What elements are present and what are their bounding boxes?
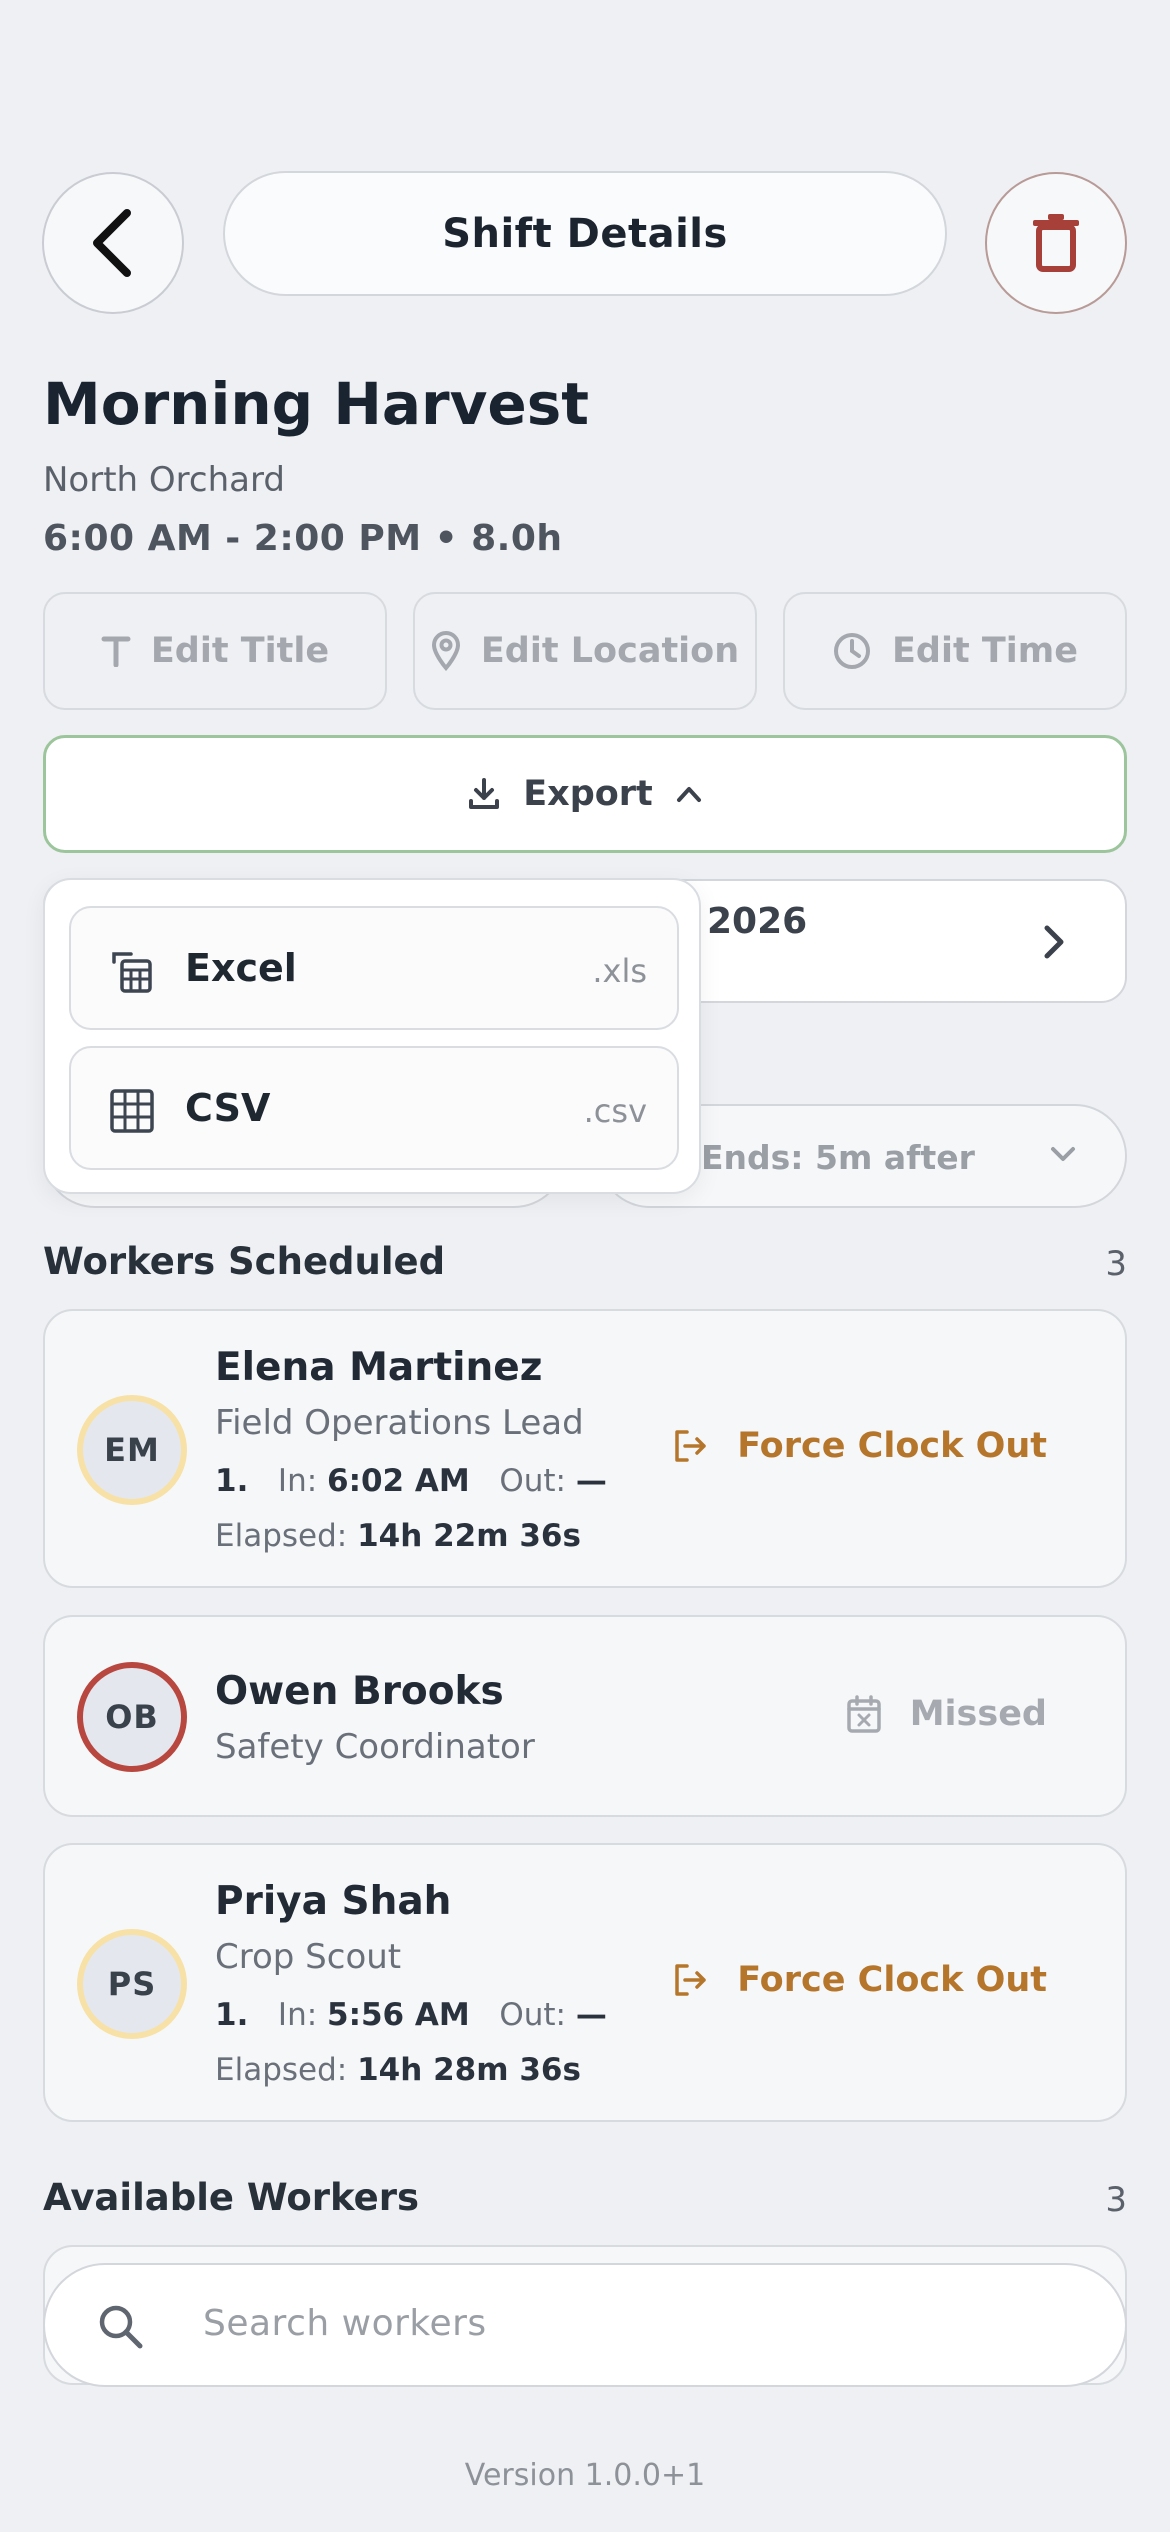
force-clock-out-label: Force Clock Out xyxy=(737,1426,1047,1466)
chevron-right-icon xyxy=(1044,925,1064,959)
elapsed-value: 14h 22m 36s xyxy=(357,1518,581,1554)
worker-clock-line: 1. In: 6:02 AM Out: — xyxy=(215,1463,607,1499)
worker-name: Elena Martinez xyxy=(215,1345,543,1390)
export-csv-label: CSV xyxy=(185,1086,271,1130)
export-menu: Excel .xls CSV .csv xyxy=(43,878,701,1194)
date-text: 2026 xyxy=(707,901,808,942)
calendar-x-icon xyxy=(846,1695,881,1733)
search-input[interactable]: Search workers xyxy=(43,2263,1127,2387)
shift-title: Morning Harvest xyxy=(43,370,590,438)
export-excel-ext: .xls xyxy=(592,952,647,990)
workers-scheduled-count: 3 xyxy=(1105,1244,1127,1284)
available-workers-title: Available Workers xyxy=(43,2176,420,2219)
edit-time-label: Edit Time xyxy=(892,631,1078,671)
grid-icon xyxy=(110,1089,154,1133)
missed-label: Missed xyxy=(909,1694,1047,1734)
chevron-left-icon xyxy=(93,209,131,277)
worker-card[interactable]: PS Priya Shah Crop Scout 1. In: 5:56 AM … xyxy=(43,1843,1127,2122)
shift-details-screen: Shift Details Morning Harvest North Orch… xyxy=(0,0,1170,2532)
worker-role: Safety Coordinator xyxy=(215,1727,535,1767)
page-title: Shift Details xyxy=(223,171,947,296)
avatar: OB xyxy=(77,1662,187,1772)
out-time: — xyxy=(575,1997,607,2033)
in-label: In: xyxy=(277,1997,318,2033)
export-csv-ext: .csv xyxy=(583,1092,647,1130)
edit-title-label: Edit Title xyxy=(150,631,330,671)
out-time: — xyxy=(575,1463,607,1499)
out-label: Out: xyxy=(499,1997,566,2033)
force-clock-out-button[interactable]: Force Clock Out xyxy=(671,1960,1047,2000)
chevron-down-icon xyxy=(1051,1147,1075,1161)
chevron-up-icon xyxy=(676,787,701,802)
spreadsheet-icon xyxy=(112,952,152,993)
in-label: In: xyxy=(277,1463,318,1499)
entry-index: 1. xyxy=(215,1463,249,1499)
force-clock-out-button[interactable]: Force Clock Out xyxy=(671,1426,1047,1466)
avatar: PS xyxy=(77,1929,187,2039)
export-excel-label: Excel xyxy=(185,946,297,990)
edit-location-button[interactable]: Edit Location xyxy=(413,592,757,710)
logout-icon xyxy=(675,1964,706,1996)
app-version: Version 1.0.0+1 xyxy=(464,2458,706,2493)
search-placeholder: Search workers xyxy=(203,2303,487,2344)
clock-icon xyxy=(834,633,871,669)
avatar: EM xyxy=(77,1395,187,1505)
in-time: 6:02 AM xyxy=(327,1463,470,1499)
logout-icon xyxy=(675,1430,706,1462)
elapsed-label: Elapsed: xyxy=(215,2052,348,2088)
available-workers-count: 3 xyxy=(1105,2180,1127,2220)
worker-clock-line: 1. In: 5:56 AM Out: — xyxy=(215,1997,607,2033)
shift-location: North Orchard xyxy=(43,460,285,500)
back-button[interactable] xyxy=(42,172,184,314)
edit-location-label: Edit Location xyxy=(480,631,740,671)
delete-button[interactable] xyxy=(985,172,1127,314)
worker-name: Owen Brooks xyxy=(215,1669,504,1714)
shift-time: 6:00 AM - 2:00 PM • 8.0h xyxy=(43,518,563,559)
worker-role: Field Operations Lead xyxy=(215,1403,584,1443)
ends-label: Ends: 5m after xyxy=(701,1138,975,1177)
text-icon xyxy=(101,636,131,667)
worker-role: Crop Scout xyxy=(215,1937,402,1977)
worker-card[interactable]: EM Elena Martinez Field Operations Lead … xyxy=(43,1309,1127,1588)
missed-status: Missed xyxy=(846,1694,1047,1734)
trash-icon xyxy=(1033,214,1079,272)
worker-card[interactable]: OB Owen Brooks Safety Coordinator Missed xyxy=(43,1615,1127,1817)
search-icon xyxy=(99,2305,143,2349)
worker-elapsed-line: Elapsed: 14h 28m 36s xyxy=(215,2052,581,2088)
edit-title-button[interactable]: Edit Title xyxy=(43,592,387,710)
in-time: 5:56 AM xyxy=(327,1997,470,2033)
elapsed-value: 14h 28m 36s xyxy=(357,2052,581,2088)
location-pin-icon xyxy=(431,631,460,671)
entry-index: 1. xyxy=(215,1997,249,2033)
out-label: Out: xyxy=(499,1463,566,1499)
export-excel-option[interactable]: Excel .xls xyxy=(69,906,679,1030)
worker-name: Priya Shah xyxy=(215,1879,452,1924)
export-label: Export xyxy=(523,774,653,814)
export-csv-option[interactable]: CSV .csv xyxy=(69,1046,679,1170)
edit-time-button[interactable]: Edit Time xyxy=(783,592,1127,710)
force-clock-out-label: Force Clock Out xyxy=(737,1960,1047,2000)
workers-scheduled-title: Workers Scheduled xyxy=(43,1240,446,1283)
worker-elapsed-line: Elapsed: 14h 22m 36s xyxy=(215,1518,581,1554)
download-icon xyxy=(469,778,500,809)
elapsed-label: Elapsed: xyxy=(215,1518,348,1554)
export-button[interactable]: Export xyxy=(43,735,1127,853)
